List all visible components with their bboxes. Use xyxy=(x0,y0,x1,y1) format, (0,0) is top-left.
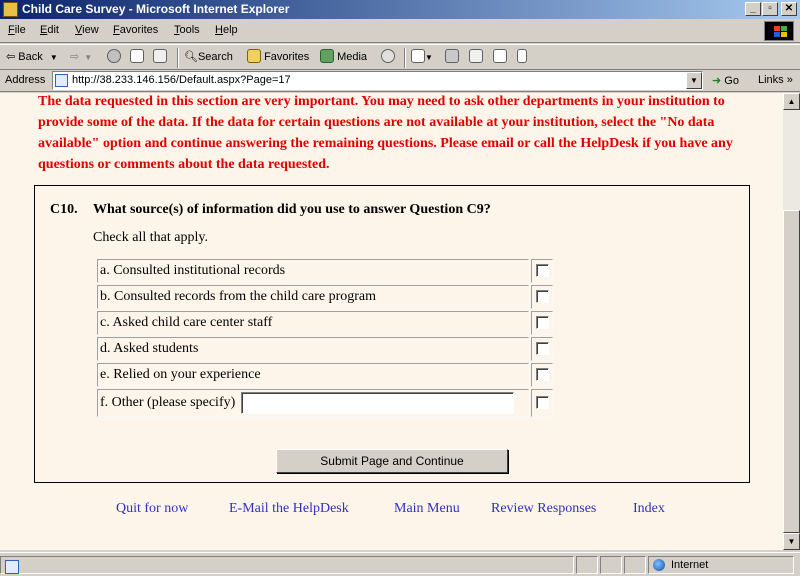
option-checkbox-f[interactable] xyxy=(535,396,549,410)
menu-bar: File Edit View Favorites Tools Help xyxy=(0,19,800,43)
back-dropdown-icon: ▼ xyxy=(49,53,58,62)
stop-icon xyxy=(107,49,121,63)
question-text: What source(s) of information did you us… xyxy=(93,202,491,217)
edit-icon xyxy=(469,49,483,63)
data-notice: The data requested in this section are v… xyxy=(38,94,733,172)
quit-link[interactable]: Quit for now xyxy=(116,501,188,517)
menu-view[interactable]: View xyxy=(75,24,99,36)
discuss-button[interactable] xyxy=(493,49,507,67)
go-button[interactable]: ➜ Go xyxy=(712,74,739,87)
index-link[interactable]: Index xyxy=(633,501,665,517)
media-icon xyxy=(320,49,334,63)
page-icon xyxy=(55,74,68,87)
option-checkbox-d[interactable] xyxy=(535,342,549,356)
status-bar: Internet xyxy=(0,552,800,576)
option-row: f. Other (please specify) xyxy=(97,389,553,417)
option-label: c. Asked child care center staff xyxy=(97,311,529,335)
stop-button[interactable] xyxy=(107,49,121,67)
zone-label: Internet xyxy=(671,559,709,571)
mail-button[interactable]: ▼ xyxy=(411,49,433,67)
window-title: Child Care Survey - Microsoft Internet E… xyxy=(22,2,290,16)
option-other-cell: f. Other (please specify) xyxy=(97,389,529,417)
review-responses-link[interactable]: Review Responses xyxy=(491,501,596,517)
vertical-scrollbar[interactable]: ▲ ▼ xyxy=(783,93,800,550)
scroll-thumb[interactable] xyxy=(783,210,800,533)
option-label: e. Relied on your experience xyxy=(97,363,529,387)
print-icon xyxy=(445,49,459,63)
security-zone: Internet xyxy=(648,556,794,574)
forward-button[interactable]: ⇨ ▼ xyxy=(70,49,92,67)
option-row: a. Consulted institutional records xyxy=(97,259,553,283)
title-bar: Child Care Survey - Microsoft Internet E… xyxy=(0,0,800,19)
status-text-cell xyxy=(0,556,574,574)
search-icon: 🔍︎ xyxy=(184,51,198,63)
history-icon xyxy=(381,49,395,63)
question-instruction: Check all that apply. xyxy=(93,230,208,245)
go-arrow-icon: ➜ xyxy=(712,75,722,87)
option-row: b. Consulted records from the child care… xyxy=(97,285,553,309)
email-helpdesk-link[interactable]: E-Mail the HelpDesk xyxy=(229,501,349,517)
close-button[interactable]: ✕ xyxy=(781,2,797,16)
option-checkbox-b[interactable] xyxy=(535,290,549,304)
menu-edit[interactable]: Edit xyxy=(40,24,59,36)
back-arrow-icon: ⇦ xyxy=(6,51,16,63)
internet-globe-icon xyxy=(653,559,665,571)
refresh-button[interactable] xyxy=(130,49,144,67)
question-number: C10. xyxy=(50,202,78,217)
option-checkbox-a[interactable] xyxy=(535,264,549,278)
address-label: Address xyxy=(5,74,46,86)
menu-file[interactable]: File xyxy=(8,24,26,36)
maximize-button[interactable]: ▫ xyxy=(762,2,778,16)
option-checkbox-e[interactable] xyxy=(535,368,549,382)
edit-button[interactable] xyxy=(469,49,483,67)
page-content: The data requested in this section are v… xyxy=(0,93,783,550)
media-button[interactable]: Media xyxy=(320,49,367,67)
menu-tools[interactable]: Tools xyxy=(174,24,200,36)
home-icon xyxy=(153,49,167,63)
forward-arrow-icon: ⇨ xyxy=(70,51,80,63)
links-chevron-icon: » xyxy=(786,74,793,86)
toolbar: ⇦ Back ▼ ⇨ ▼ 🔍︎Search Favorites Media ▼ xyxy=(0,44,800,70)
option-row: d. Asked students xyxy=(97,337,553,361)
home-button[interactable] xyxy=(153,49,167,67)
option-label: a. Consulted institutional records xyxy=(97,259,529,283)
option-checkbox-c[interactable] xyxy=(535,316,549,330)
minimize-button[interactable]: _ xyxy=(745,2,761,16)
ie-app-icon xyxy=(3,2,18,17)
option-row: c. Asked child care center staff xyxy=(97,311,553,335)
favorites-button[interactable]: Favorites xyxy=(247,49,309,67)
option-label: f. Other (please specify) xyxy=(100,395,236,411)
forward-dropdown-icon: ▼ xyxy=(84,53,93,62)
menu-favorites[interactable]: Favorites xyxy=(113,24,158,36)
messenger-button[interactable] xyxy=(517,49,527,67)
submit-button[interactable]: Submit Page and Continue xyxy=(276,449,508,473)
back-button[interactable]: ⇦ Back ▼ xyxy=(6,49,58,67)
address-dropdown-icon[interactable]: ▼ xyxy=(686,72,702,89)
mail-icon xyxy=(411,49,425,63)
menu-help[interactable]: Help xyxy=(215,24,238,36)
other-specify-input[interactable] xyxy=(241,392,515,414)
address-input[interactable]: http://38.233.146.156/Default.aspx?Page=… xyxy=(52,71,703,90)
option-label: b. Consulted records from the child care… xyxy=(97,285,529,309)
links-button[interactable]: Links » xyxy=(758,74,793,86)
question-box: C10. What source(s) of information did y… xyxy=(34,185,750,483)
options-table: a. Consulted institutional records b. Co… xyxy=(95,257,555,419)
discuss-icon xyxy=(493,49,507,63)
option-label: d. Asked students xyxy=(97,337,529,361)
scroll-down-icon[interactable]: ▼ xyxy=(783,533,800,550)
search-button[interactable]: 🔍︎Search xyxy=(184,49,233,67)
windows-logo-icon xyxy=(764,21,794,41)
main-menu-link[interactable]: Main Menu xyxy=(394,501,460,517)
page-status-icon xyxy=(5,560,19,574)
refresh-icon xyxy=(130,49,144,63)
scroll-up-icon[interactable]: ▲ xyxy=(783,93,800,110)
address-bar: Address http://38.233.146.156/Default.as… xyxy=(0,70,800,92)
history-button[interactable] xyxy=(381,49,395,67)
print-button[interactable] xyxy=(445,49,459,67)
address-url: http://38.233.146.156/Default.aspx?Page=… xyxy=(72,74,291,86)
favorites-icon xyxy=(247,49,261,63)
messenger-icon xyxy=(517,49,527,63)
option-row: e. Relied on your experience xyxy=(97,363,553,387)
